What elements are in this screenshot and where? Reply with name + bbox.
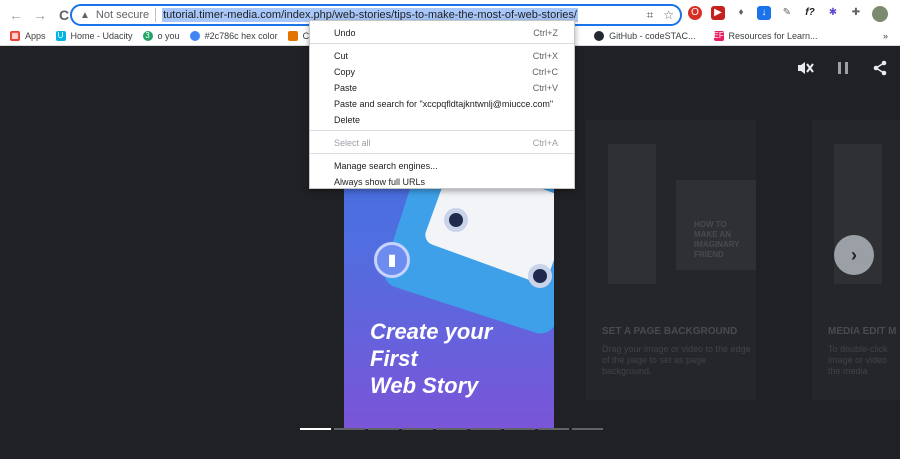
- menu-item-copy[interactable]: Copy Ctrl+C: [334, 67, 558, 77]
- bookmark-star-icon[interactable]: ☆: [663, 8, 674, 23]
- progress-segment: [436, 428, 467, 430]
- menu-item-paste[interactable]: Paste Ctrl+V: [334, 83, 558, 93]
- pause-icon[interactable]: [836, 60, 850, 81]
- green-dot-icon: 3: [142, 30, 153, 41]
- car-wheel-front: [444, 208, 468, 232]
- next-story-button[interactable]: ›: [834, 235, 874, 275]
- omnibox-actions: ⌗ ☆: [646, 8, 674, 23]
- progress-segment: [368, 428, 399, 430]
- double-chevron-icon: »: [882, 30, 888, 41]
- security-indicator[interactable]: ▲ Not secure: [80, 9, 149, 21]
- back-button[interactable]: ←: [6, 5, 26, 25]
- progress-segment: [402, 428, 433, 430]
- opera-extension-icon[interactable]: O: [688, 6, 702, 20]
- story-progress-bar: [300, 428, 603, 430]
- udacity-icon: U: [55, 30, 66, 41]
- car-wheel-rear: [528, 264, 552, 288]
- menu-item-delete[interactable]: Delete: [334, 115, 558, 125]
- omnibox-separator: [155, 8, 157, 22]
- menu-item-cut[interactable]: Cut Ctrl+X: [334, 51, 558, 61]
- warning-triangle-icon: ▲: [80, 9, 90, 21]
- progress-segment: [300, 428, 331, 430]
- profile-avatar[interactable]: [872, 6, 888, 22]
- bookmark-hex-color[interactable]: #2c786c hex color: [189, 30, 278, 41]
- bookmark-apps[interactable]: ▦ Apps: [10, 30, 46, 41]
- progress-segment: [572, 428, 603, 430]
- preview-card-text: HOW TO MAKE AN IMAGINARY FRIEND: [694, 220, 740, 259]
- bookmark-o-you[interactable]: 3o you: [142, 30, 180, 41]
- preview-body: Drag your image or video to the edge of …: [602, 344, 751, 376]
- menu-separator: [310, 43, 574, 44]
- progress-segment: [470, 428, 501, 430]
- eyedropper-extension-icon[interactable]: ✎: [780, 6, 794, 20]
- bookmark-udacity[interactable]: U Home - Udacity: [55, 30, 133, 41]
- back-arrow-icon: ←: [9, 7, 23, 23]
- security-label: Not secure: [95, 9, 150, 21]
- menu-item-undo[interactable]: Undo Ctrl+Z: [334, 28, 558, 38]
- share-icon[interactable]: [872, 60, 888, 81]
- menu-item-paste-and-search[interactable]: Paste and search for "xccpqfldtajkntwnlj…: [334, 99, 558, 109]
- qr-code-icon[interactable]: ⌗: [646, 8, 653, 23]
- puzzle-extensions-icon[interactable]: ✚: [849, 6, 863, 20]
- reload-icon: C: [58, 7, 70, 23]
- story-title: Create your First Web Story: [370, 319, 493, 398]
- menu-item-show-full-urls[interactable]: Always show full URLs: [334, 177, 558, 187]
- video-extension-icon[interactable]: ▶: [711, 6, 725, 20]
- preview-thumbnail: [608, 144, 656, 284]
- preview-heading: SET A PAGE BACKGROUND: [602, 326, 738, 337]
- forward-arrow-icon: →: [33, 7, 47, 23]
- address-bar-context-menu: Undo Ctrl+Z Cut Ctrl+X Copy Ctrl+C Paste Ctr…: [309, 20, 575, 189]
- far-preview-heading: MEDIA EDIT M: [828, 326, 897, 337]
- chevron-right-icon: ›: [851, 244, 857, 265]
- menu-separator: [310, 153, 574, 154]
- font-extension-icon[interactable]: f?: [803, 6, 817, 20]
- forward-button[interactable]: →: [30, 5, 50, 25]
- menu-separator: [310, 130, 574, 131]
- far-preview-body: To double-click image or video the media: [828, 344, 888, 376]
- progress-segment: [538, 428, 569, 430]
- story-badge-icon: ▮: [374, 242, 410, 278]
- muted-speaker-icon[interactable]: [796, 60, 814, 81]
- ef-icon: EF: [713, 30, 724, 41]
- next-story-preview[interactable]: HOW TO MAKE AN IMAGINARY FRIEND SET A PA…: [586, 120, 756, 400]
- github-icon: [594, 30, 605, 41]
- bulb-extension-icon[interactable]: ♦: [734, 6, 748, 20]
- bookmark-github[interactable]: GitHub - codeSTAC...: [594, 30, 696, 41]
- progress-segment: [334, 428, 365, 430]
- extensions-bar: O ▶ ♦ ↓ ✎ f? ✱ ✚ ⋮: [688, 6, 900, 22]
- menu-item-manage-search-engines[interactable]: Manage search engines...: [334, 161, 558, 171]
- color-wheel-icon: [189, 30, 200, 41]
- bookmarks-overflow-button[interactable]: »: [883, 31, 888, 41]
- progress-segment: [504, 428, 535, 430]
- bookmark-resources[interactable]: EF Resources for Learn...: [713, 30, 818, 41]
- palette-icon: [287, 30, 298, 41]
- apps-grid-icon: ▦: [10, 30, 20, 41]
- gear-extension-icon[interactable]: ✱: [826, 6, 840, 20]
- menu-item-select-all[interactable]: Select all Ctrl+A: [334, 138, 558, 148]
- download-extension-icon[interactable]: ↓: [757, 6, 771, 20]
